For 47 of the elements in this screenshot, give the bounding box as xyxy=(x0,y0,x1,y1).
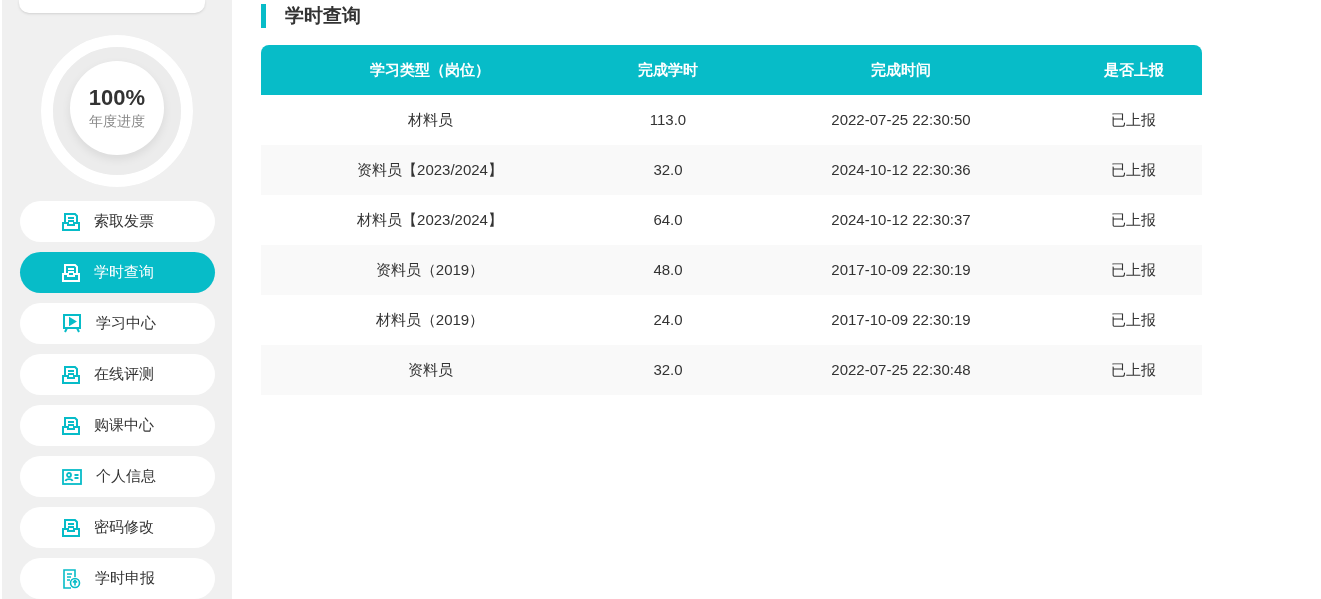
table-cell-text: 2022-07-25 22:30:50 xyxy=(830,109,972,130)
table-cell-text: 2022-07-25 22:30:48 xyxy=(830,359,972,380)
table-cell-text: 113.0 xyxy=(648,109,688,130)
document-tray-icon xyxy=(61,211,80,232)
id-card-icon xyxy=(61,468,82,485)
play-board-icon xyxy=(61,314,82,333)
document-tray-icon xyxy=(61,415,80,436)
table-cell-text: 2024-10-12 22:30:36 xyxy=(830,159,972,180)
table-cell-text: 已上报 xyxy=(1110,209,1157,230)
table-cell-text: 24.0 xyxy=(652,309,684,330)
table-cell-text: 32.0 xyxy=(652,359,684,380)
sidebar-item[interactable]: 在线评测 xyxy=(19,354,215,395)
sidebar-item[interactable]: 密码修改 xyxy=(19,507,215,548)
sidebar-item[interactable]: 购课中心 xyxy=(19,405,215,446)
table-cell-text: 已上报 xyxy=(1110,109,1157,130)
table-cell-text: 32.0 xyxy=(652,159,684,180)
table-cell-text: 已上报 xyxy=(1110,159,1157,180)
table-cell-text: 已上报 xyxy=(1110,359,1157,380)
table-cell-text: 资料员【2023/2024】 xyxy=(356,159,504,180)
progress-label: 年度进度 xyxy=(89,112,145,132)
table-cell-text: 2024-10-12 22:30:37 xyxy=(830,209,972,230)
column-header: 完成时间 xyxy=(870,59,932,80)
table-cell-text: 2017-10-09 22:30:19 xyxy=(830,309,972,330)
document-tray-icon xyxy=(61,364,80,385)
table-cell-text: 64.0 xyxy=(652,209,684,230)
document-tray-icon xyxy=(61,517,80,538)
table-cell-text: 2017-10-09 22:30:19 xyxy=(830,259,972,280)
column-header: 完成学时 xyxy=(637,59,699,80)
table-cell-text: 材料员 xyxy=(406,109,454,130)
document-tray-icon xyxy=(61,262,80,283)
table-cell-text: 已上报 xyxy=(1110,309,1157,330)
sidebar-item[interactable]: 学时申报 xyxy=(19,558,215,599)
sidebar-item[interactable]: 学习中心 xyxy=(19,303,215,344)
table-cell-text: 48.0 xyxy=(652,259,684,280)
table-cell-text: 资料员 xyxy=(406,359,454,380)
section-title: 学时查询 xyxy=(285,3,361,28)
column-header: 是否上报 xyxy=(1102,59,1165,80)
table-cell-text: 材料员（2019） xyxy=(374,309,486,330)
progress-value: 100% xyxy=(88,85,146,112)
sidebar-item[interactable]: 个人信息 xyxy=(19,456,215,497)
table-cell-text: 材料员【2023/2024】 xyxy=(356,209,504,230)
sidebar-item[interactable]: 索取发票 xyxy=(19,201,215,242)
table-cell-text: 已上报 xyxy=(1110,259,1157,280)
document-upload-icon xyxy=(61,568,81,589)
title-accent-bar xyxy=(261,4,266,28)
table-cell-text: 资料员（2019） xyxy=(374,259,486,280)
column-header: 学习类型（岗位） xyxy=(369,59,491,80)
